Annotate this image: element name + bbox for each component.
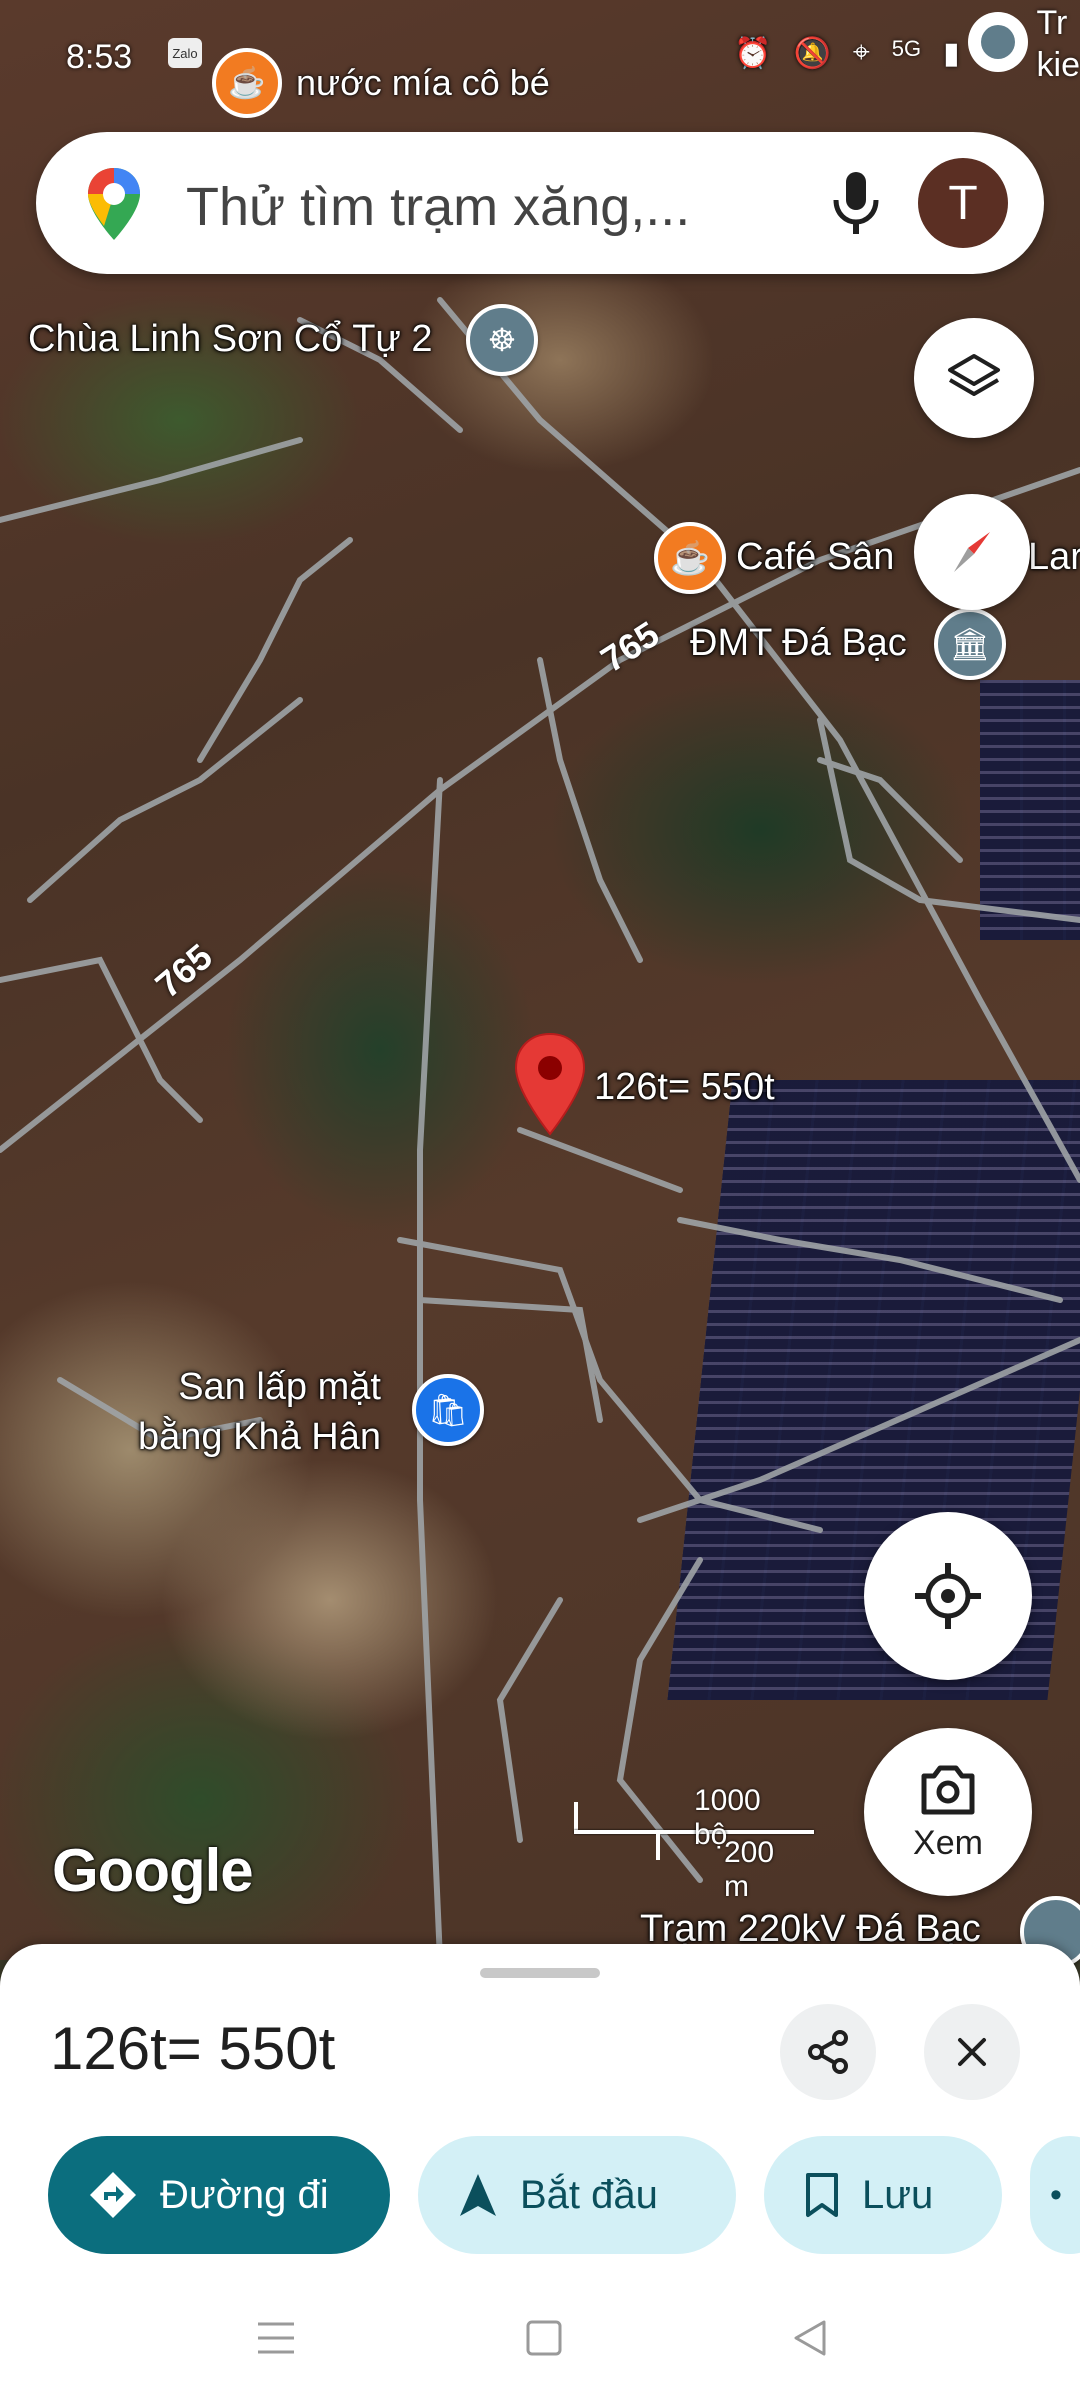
- status-time: 8:53: [66, 38, 133, 76]
- poi-label-san-lap[interactable]: San lấp mặt bằng Khả Hân: [138, 1362, 381, 1462]
- save-label: Lưu: [862, 2172, 934, 2217]
- poi-label-cafe-suffix: Lar: [1028, 536, 1080, 578]
- action-chips: Đường đi Bắt đầu Lưu •: [48, 2136, 1080, 2254]
- google-attribution: Google: [52, 1837, 254, 1904]
- network-label: 5G: [891, 36, 922, 61]
- sheet-drag-handle[interactable]: [480, 1968, 600, 1978]
- layers-button[interactable]: [914, 318, 1034, 438]
- directions-button[interactable]: Đường đi: [48, 2136, 390, 2254]
- search-placeholder[interactable]: Thử tìm trạm xăng,...: [186, 176, 690, 238]
- back-triangle-icon: [794, 2320, 826, 2356]
- directions-icon: [90, 2172, 136, 2218]
- home-button[interactable]: [524, 2318, 564, 2363]
- more-actions-chip[interactable]: •: [1030, 2136, 1080, 2254]
- poi-label-cafe[interactable]: Café Sân: [736, 536, 894, 579]
- pin-label: 126t= 550t: [594, 1066, 775, 1108]
- start-label: Bắt đầu: [520, 2172, 658, 2217]
- recent-apps-button[interactable]: [254, 2318, 298, 2363]
- cafe-icon: ☕: [212, 48, 282, 118]
- corner-label: Tr kie: [1036, 4, 1080, 84]
- signal-icon: ▮: [943, 37, 960, 70]
- view-camera-button[interactable]: Xem: [864, 1728, 1032, 1896]
- home-square-icon: [526, 2320, 562, 2356]
- zalo-icon: Zalo: [168, 38, 202, 68]
- close-icon: [958, 2038, 986, 2066]
- view-button-label: Xem: [913, 1823, 983, 1862]
- poi-corner-icon[interactable]: [968, 12, 1028, 72]
- bookmark-icon: [806, 2173, 838, 2217]
- place-title: 126t= 550t: [50, 2015, 336, 2082]
- crosshair-icon: [915, 1563, 981, 1629]
- destination-label: nước mía cô bé: [296, 62, 550, 103]
- pagoda-icon[interactable]: ☸: [466, 304, 538, 376]
- my-location-button[interactable]: [864, 1512, 1032, 1680]
- dropped-pin-icon[interactable]: [510, 1030, 590, 1140]
- mic-icon[interactable]: [826, 170, 886, 236]
- share-partial-icon: •: [1050, 2175, 1062, 2214]
- government-building-icon[interactable]: 🏛: [934, 608, 1006, 680]
- compass-icon: [954, 532, 990, 572]
- camera-icon: [921, 1765, 975, 1814]
- compass-button[interactable]: [914, 494, 1030, 610]
- layers-icon: [948, 354, 1000, 396]
- menu-icon: [258, 2322, 294, 2354]
- system-nav-bar: [0, 2270, 1080, 2400]
- scale-metric: 200 m: [724, 1836, 775, 1903]
- close-button[interactable]: [924, 2004, 1020, 2100]
- alarm-icon: ⏰: [734, 37, 772, 70]
- poi-label-dmt[interactable]: ĐMT Đá Bạc: [690, 622, 907, 665]
- save-button[interactable]: Lưu: [764, 2136, 1002, 2254]
- location-icon: ⌖: [852, 36, 870, 69]
- poi-label-pagoda[interactable]: Chùa Linh Sơn Cổ Tự 2: [28, 318, 433, 361]
- share-button[interactable]: [780, 2004, 876, 2100]
- navigation-arrow-icon: [460, 2174, 496, 2216]
- back-button[interactable]: [790, 2318, 830, 2363]
- start-button[interactable]: Bắt đầu: [418, 2136, 736, 2254]
- destination-chip[interactable]: ☕ nước mía cô bé: [212, 48, 550, 118]
- mute-icon: 🔕: [793, 37, 831, 70]
- google-maps-logo-icon: [88, 168, 140, 240]
- share-icon: [808, 2030, 848, 2074]
- account-avatar[interactable]: T: [918, 158, 1008, 248]
- directions-label: Đường đi: [160, 2172, 329, 2217]
- shopping-bag-icon[interactable]: 🛍: [412, 1374, 484, 1446]
- search-bar[interactable]: Thử tìm trạm xăng,... T: [36, 132, 1044, 274]
- cafe-icon[interactable]: ☕: [654, 522, 726, 594]
